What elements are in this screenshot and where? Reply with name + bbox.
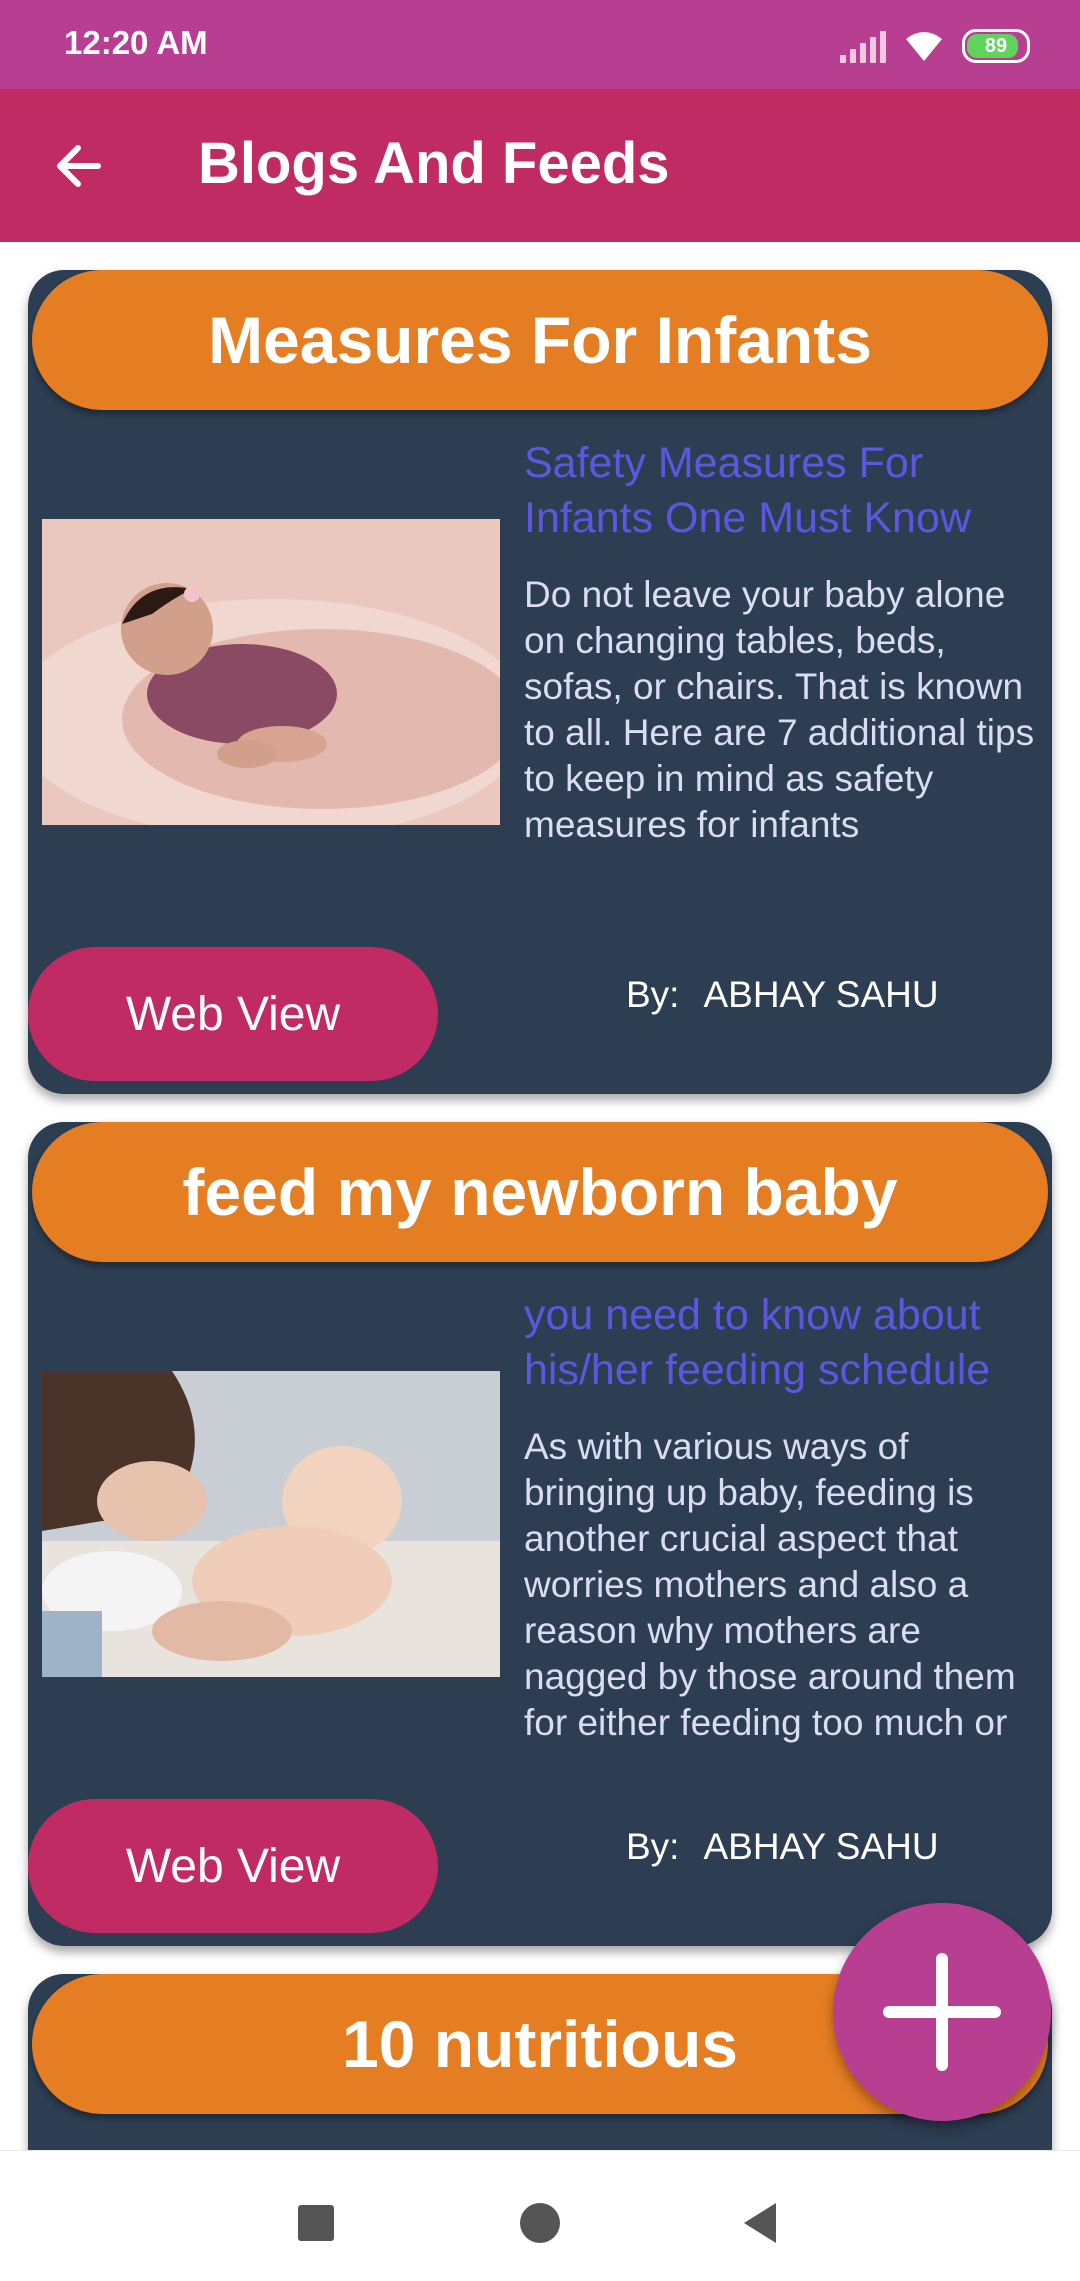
blog-card: Measures For Infants Safety Measures For… (28, 270, 1052, 1094)
author-line: By: ABHAY SAHU (626, 974, 939, 1016)
card-image[interactable] (42, 1371, 500, 1677)
card-title: Measures For Infants (32, 270, 1048, 410)
card-image[interactable] (42, 519, 500, 825)
web-view-button[interactable]: Web View (28, 1799, 438, 1933)
arrow-left-icon[interactable] (48, 134, 112, 198)
author-name: ABHAY SAHU (703, 974, 939, 1015)
baby-sleeping-image (42, 519, 500, 825)
wifi-icon (906, 32, 942, 61)
card-description: Do not leave your baby alone on changing… (524, 574, 1035, 845)
home-circle-icon[interactable] (520, 2203, 560, 2243)
by-label: By: (626, 974, 680, 1015)
signal-icon (840, 29, 886, 63)
author-line: By: ABHAY SAHU (626, 1826, 939, 1868)
status-bar: 12:20 AM 89 (0, 0, 1080, 89)
app-bar: Blogs And Feeds (0, 89, 1080, 242)
by-label: By: (626, 1826, 680, 1867)
status-time: 12:20 AM (64, 24, 208, 61)
blog-card: feed my newborn baby you need to know ab… (28, 1122, 1052, 1946)
system-nav-bar (0, 2150, 1080, 2281)
page-title: Blogs And Feeds (198, 131, 670, 196)
add-fab-button[interactable] (833, 1903, 1051, 2121)
plus-icon (883, 1953, 1001, 2071)
recents-square-icon[interactable] (298, 2205, 334, 2241)
web-view-button[interactable]: Web View (28, 947, 438, 1081)
mother-baby-image (42, 1371, 500, 1677)
card-subtitle: you need to know about his/her feeding s… (524, 1291, 991, 1394)
battery-icon: 89 (962, 29, 1030, 63)
card-subtitle: Safety Measures For Infants One Must Kno… (524, 439, 971, 542)
back-triangle-icon[interactable] (740, 2201, 780, 2245)
author-name: ABHAY SAHU (703, 1826, 939, 1867)
battery-level: 89 (984, 34, 1008, 57)
status-icons: 89 (840, 26, 1030, 66)
card-description: As with various ways of bringing up baby… (524, 1426, 1016, 1754)
card-title: feed my newborn baby (32, 1122, 1048, 1262)
